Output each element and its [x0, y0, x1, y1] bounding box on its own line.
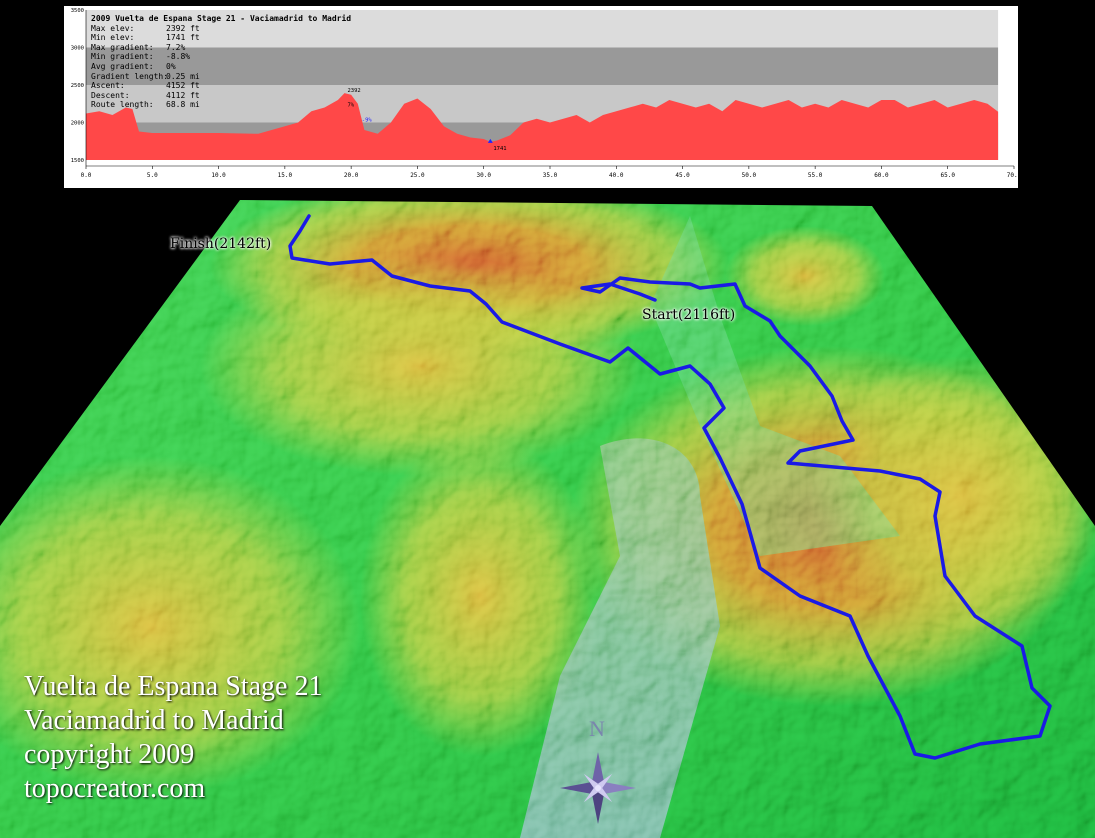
stat-label: Max elev:: [91, 23, 135, 33]
stat-label: Max gradient:: [91, 42, 154, 52]
stat-value: 7.2%: [166, 42, 186, 52]
stat-value: 2392 ft: [166, 23, 200, 33]
x-tick-label: 50.0: [742, 172, 757, 179]
stat-value: 68.8 mi: [166, 100, 200, 110]
stat-row: Route length: 68.8 mi: [91, 100, 351, 110]
y-tick-label: 3500: [71, 8, 84, 14]
y-tick-label: 2000: [71, 121, 84, 127]
x-tick-label: 10.0: [211, 172, 226, 179]
stat-label: Min elev:: [91, 33, 135, 43]
caption-line: topocreator.com: [24, 773, 206, 804]
x-tick-label: 60.0: [874, 172, 889, 179]
stat-row: Descent: 4112 ft: [91, 91, 351, 101]
y-tick-label: 1500: [71, 158, 84, 164]
stat-label: Ascent:: [91, 81, 125, 91]
stat-row: Ascent: 4152 ft: [91, 81, 351, 91]
min-elevation-marker: 1741: [493, 146, 506, 152]
caption-line: Vaciamadrid to Madrid: [24, 705, 284, 736]
x-tick-label: 20.0: [344, 172, 359, 179]
stat-label: Avg gradient:: [91, 61, 154, 71]
stat-row: Min gradient: -8.8%: [91, 52, 351, 62]
stat-label: Min gradient:: [91, 52, 154, 62]
stat-row: Max elev: 2392 ft: [91, 24, 351, 34]
x-tick-label: 55.0: [808, 172, 823, 179]
stat-label: Descent:: [91, 90, 130, 100]
stat-row: Gradient length:0.25 mi: [91, 72, 351, 82]
y-tick-label: 2500: [71, 83, 84, 89]
stat-value: 4152 ft: [166, 81, 200, 91]
min-gradient-marker: -9%: [362, 117, 373, 123]
stat-value: 0%: [166, 61, 176, 71]
x-tick-label: 65.0: [940, 172, 955, 179]
profile-title: 2009 Vuelta de Espana Stage 21 - Vaciama…: [91, 14, 352, 23]
map-caption: Vuelta de Espana Stage 21 Vaciamadrid to…: [24, 670, 322, 806]
terrain-map: Finish(2142ft) Start(2116ft) N Vuelta de…: [0, 196, 1095, 838]
x-tick-label: 5.0: [147, 172, 158, 179]
x-tick-label: 70.0: [1007, 172, 1018, 179]
start-label: Start(2116ft): [642, 307, 736, 323]
x-tick-label: 25.0: [410, 172, 425, 179]
stat-value: 1741 ft: [166, 33, 200, 43]
x-tick-label: 35.0: [543, 172, 558, 179]
x-tick-label: 45.0: [675, 172, 690, 179]
stat-value: 4112 ft: [166, 90, 200, 100]
stat-row: Max gradient: 7.2%: [91, 43, 351, 53]
x-tick-label: 15.0: [278, 172, 293, 179]
stat-row: Min elev: 1741 ft: [91, 33, 351, 43]
x-tick-label: 40.0: [609, 172, 624, 179]
stat-label: Gradient length:: [91, 71, 169, 81]
elevation-profile-panel: 0.0 5.0 10.0 15.0 20.0 25.0 30.0 35.0 40.0 45.0 50…: [64, 6, 1018, 188]
stat-value: 0.25 mi: [166, 71, 200, 81]
stat-value: -8.8%: [166, 52, 191, 62]
stat-row: Avg gradient: 0%: [91, 62, 351, 72]
x-tick-label: 0.0: [81, 172, 92, 179]
caption-line: Vuelta de Espana Stage 21: [24, 671, 323, 702]
route-stats: 2009 Vuelta de Espana Stage 21 - Vaciama…: [91, 14, 351, 110]
north-label: N: [589, 716, 605, 741]
caption-line: copyright 2009: [24, 739, 195, 770]
finish-label: Finish(2142ft): [170, 236, 272, 252]
stat-label: Route length:: [91, 100, 154, 110]
y-tick-label: 3000: [71, 46, 84, 52]
x-tick-label: 30.0: [476, 172, 491, 179]
